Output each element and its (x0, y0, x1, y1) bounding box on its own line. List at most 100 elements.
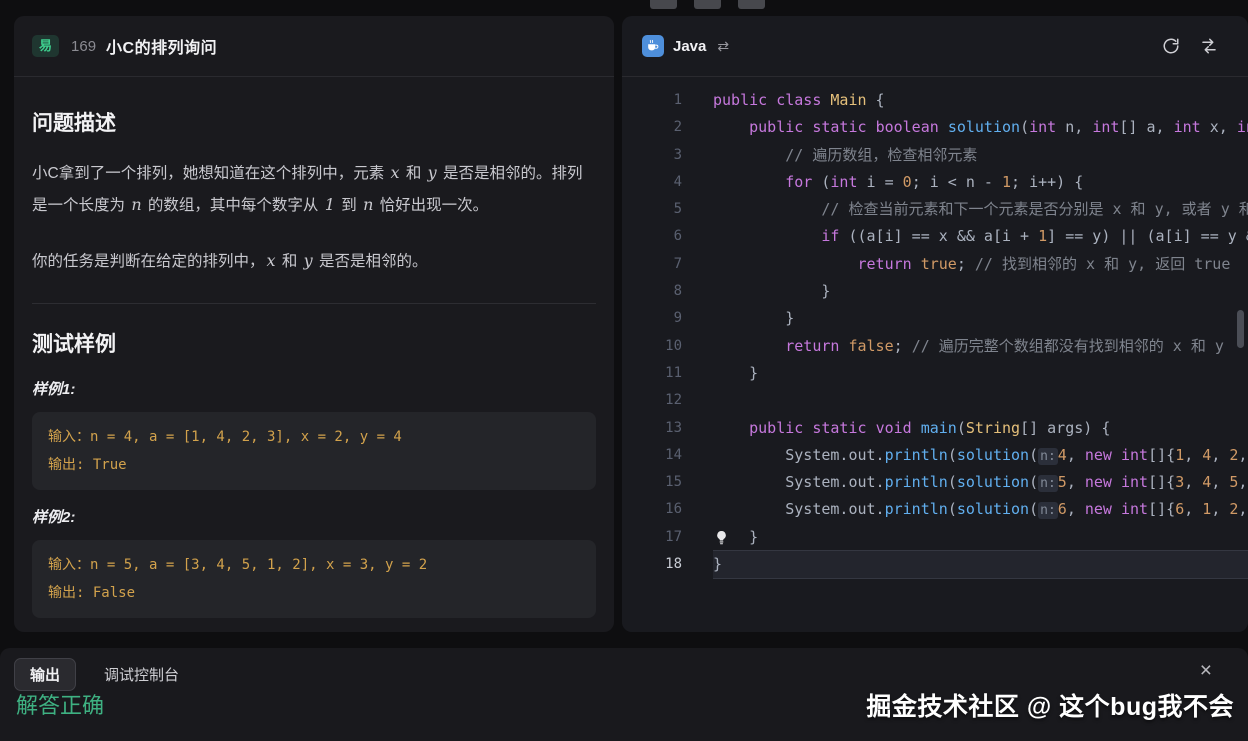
example-input-line: 输入：n = 5, a = [3, 4, 5, 1, 2], x = 3, y … (48, 551, 580, 579)
line-number: 7 (622, 251, 682, 278)
code-line[interactable]: 7 return true; // 找到相邻的 x 和 y, 返回 true (622, 251, 1248, 278)
problem-panel: 易 169 小C的排列询问 问题描述 小C拿到了一个排列，她想知道在这个排列中，… (14, 16, 614, 632)
editor-panel: Java ⇄ 1public class Main {2 public stat… (622, 16, 1248, 632)
layout-toggle-button[interactable] (1200, 37, 1218, 55)
code-content[interactable]: // 遍历数组，检查相邻元素 (713, 142, 1248, 169)
page-root: 易 169 小C的排列询问 问题描述 小C拿到了一个排列，她想知道在这个排列中，… (0, 0, 1248, 741)
line-number: 18 (622, 551, 682, 578)
refresh-icon (1162, 37, 1180, 55)
problem-id: 169 (71, 38, 96, 55)
code-line[interactable]: 16 System.out.println(solution(n:6, new … (622, 496, 1248, 523)
line-number: 11 (622, 360, 682, 387)
code-content[interactable]: public static void main(String[] args) { (713, 415, 1248, 442)
code-content[interactable]: System.out.println(solution(n:6, new int… (713, 496, 1248, 523)
watermark-text: 掘金技术社区 @ 这个bug我不会 (866, 687, 1234, 723)
code-content[interactable]: if ((a[i] == x && a[i + 1] == y) || (a[i… (713, 223, 1248, 250)
line-number: 9 (622, 305, 682, 332)
editor-scrollbar[interactable] (1237, 310, 1244, 348)
code-line[interactable]: 11 } (622, 360, 1248, 387)
code-content[interactable]: public class Main { (713, 87, 1248, 114)
math-var: x (389, 163, 402, 182)
math-var: 1 (323, 195, 337, 214)
code-line[interactable]: 14 System.out.println(solution(n:4, new … (622, 442, 1248, 469)
line-number: 3 (622, 142, 682, 169)
language-switch-icon[interactable]: ⇄ (717, 38, 729, 55)
line-number: 12 (622, 387, 682, 414)
code-line[interactable]: 13 public static void main(String[] args… (622, 415, 1248, 442)
editor-actions (1162, 37, 1218, 55)
section-title-description: 问题描述 (32, 107, 596, 137)
mini-tab[interactable] (694, 0, 721, 9)
code-line[interactable]: 10 return false; // 遍历完整个数组都没有找到相邻的 x 和 … (622, 333, 1248, 360)
line-number: 8 (622, 278, 682, 305)
code-content[interactable]: System.out.println(solution(n:4, new int… (713, 442, 1248, 469)
code-line[interactable]: 3 // 遍历数组，检查相邻元素 (622, 142, 1248, 169)
example-block: 输入：n = 5, a = [3, 4, 5, 1, 2], x = 3, y … (32, 540, 596, 618)
reset-code-button[interactable] (1162, 37, 1180, 55)
result-text: 解答正确 (16, 688, 104, 720)
code-area[interactable]: 1public class Main {2 public static bool… (622, 87, 1248, 578)
code-line[interactable]: 2 public static boolean solution(int n, … (622, 114, 1248, 141)
code-content[interactable]: } (713, 551, 1248, 578)
code-content[interactable]: return false; // 遍历完整个数组都没有找到相邻的 x 和 y (713, 333, 1248, 360)
math-var: n (361, 195, 375, 214)
code-content[interactable]: System.out.println(solution(n:5, new int… (713, 469, 1248, 496)
close-icon[interactable]: × (1200, 660, 1212, 681)
code-line[interactable]: 5 // 检查当前元素和下一个元素是否分别是 x 和 y, 或者 y 和 x (622, 196, 1248, 223)
line-number: 4 (622, 169, 682, 196)
editor-header: Java ⇄ (622, 16, 1248, 77)
example-input-line: 输入：n = 4, a = [1, 4, 2, 3], x = 2, y = 4 (48, 423, 580, 451)
code-line[interactable]: 18} (622, 551, 1248, 578)
example-output-line: 输出: True (48, 451, 580, 479)
code-content[interactable]: public static boolean solution(int n, in… (713, 114, 1248, 141)
code-line[interactable]: 12 (622, 387, 1248, 414)
problem-paragraph: 小C拿到了一个排列，她想知道在这个排列中，元素 x 和 y 是否是相邻的。排列是… (32, 157, 596, 221)
code-line[interactable]: 17 } (622, 524, 1248, 551)
code-content[interactable]: // 检查当前元素和下一个元素是否分别是 x 和 y, 或者 y 和 x (713, 196, 1248, 223)
code-content[interactable]: } (713, 524, 1248, 551)
problem-title: 小C的排列询问 (106, 34, 217, 58)
line-number: 2 (622, 114, 682, 141)
code-line[interactable]: 6 if ((a[i] == x && a[i + 1] == y) || (a… (622, 223, 1248, 250)
line-number: 6 (622, 223, 682, 250)
editor-body[interactable]: 1public class Main {2 public static bool… (622, 78, 1248, 632)
code-line[interactable]: 9 } (622, 305, 1248, 332)
tab-debug-console[interactable]: 调试控制台 (104, 664, 179, 685)
code-content[interactable]: } (713, 305, 1248, 332)
line-number: 1 (622, 87, 682, 114)
example-label: 样例1: (32, 378, 596, 399)
math-var: n (129, 195, 143, 214)
section-title-examples: 测试样例 (32, 328, 596, 358)
code-content[interactable]: } (713, 360, 1248, 387)
example-output-line: 输出: False (48, 579, 580, 607)
code-content[interactable]: return true; // 找到相邻的 x 和 y, 返回 true (713, 251, 1248, 278)
math-var: x (265, 251, 278, 270)
problem-body: 问题描述 小C拿到了一个排列，她想知道在这个排列中，元素 x 和 y 是否是相邻… (14, 77, 614, 632)
console-tabs: 输出 调试控制台 (0, 648, 1248, 691)
lightbulb-icon[interactable] (715, 530, 728, 545)
swap-panels-icon (1200, 37, 1218, 55)
code-content[interactable]: } (713, 278, 1248, 305)
line-number: 14 (622, 442, 682, 469)
example-block: 输入：n = 4, a = [1, 4, 2, 3], x = 2, y = 4… (32, 412, 596, 490)
code-content[interactable]: for (int i = 0; i < n - 1; i++) { (713, 169, 1248, 196)
code-line[interactable]: 8 } (622, 278, 1248, 305)
line-number: 13 (622, 415, 682, 442)
problem-header: 易 169 小C的排列询问 (14, 16, 614, 77)
line-number: 10 (622, 333, 682, 360)
divider (32, 303, 596, 304)
difficulty-badge: 易 (32, 35, 59, 57)
language-label: Java (673, 38, 706, 55)
line-number: 17 (622, 524, 682, 551)
mini-tab[interactable] (738, 0, 765, 9)
line-number: 5 (622, 196, 682, 223)
code-line[interactable]: 4 for (int i = 0; i < n - 1; i++) { (622, 169, 1248, 196)
code-line[interactable]: 1 public class Main { (622, 87, 1248, 114)
code-line[interactable]: 15 System.out.println(solution(n:5, new … (622, 469, 1248, 496)
code-content[interactable] (713, 387, 1248, 414)
line-number: 15 (622, 469, 682, 496)
tab-output[interactable]: 输出 (14, 658, 76, 691)
math-var: y (426, 163, 439, 182)
mini-tab[interactable] (650, 0, 677, 9)
language-selector[interactable]: Java ⇄ (642, 35, 729, 57)
